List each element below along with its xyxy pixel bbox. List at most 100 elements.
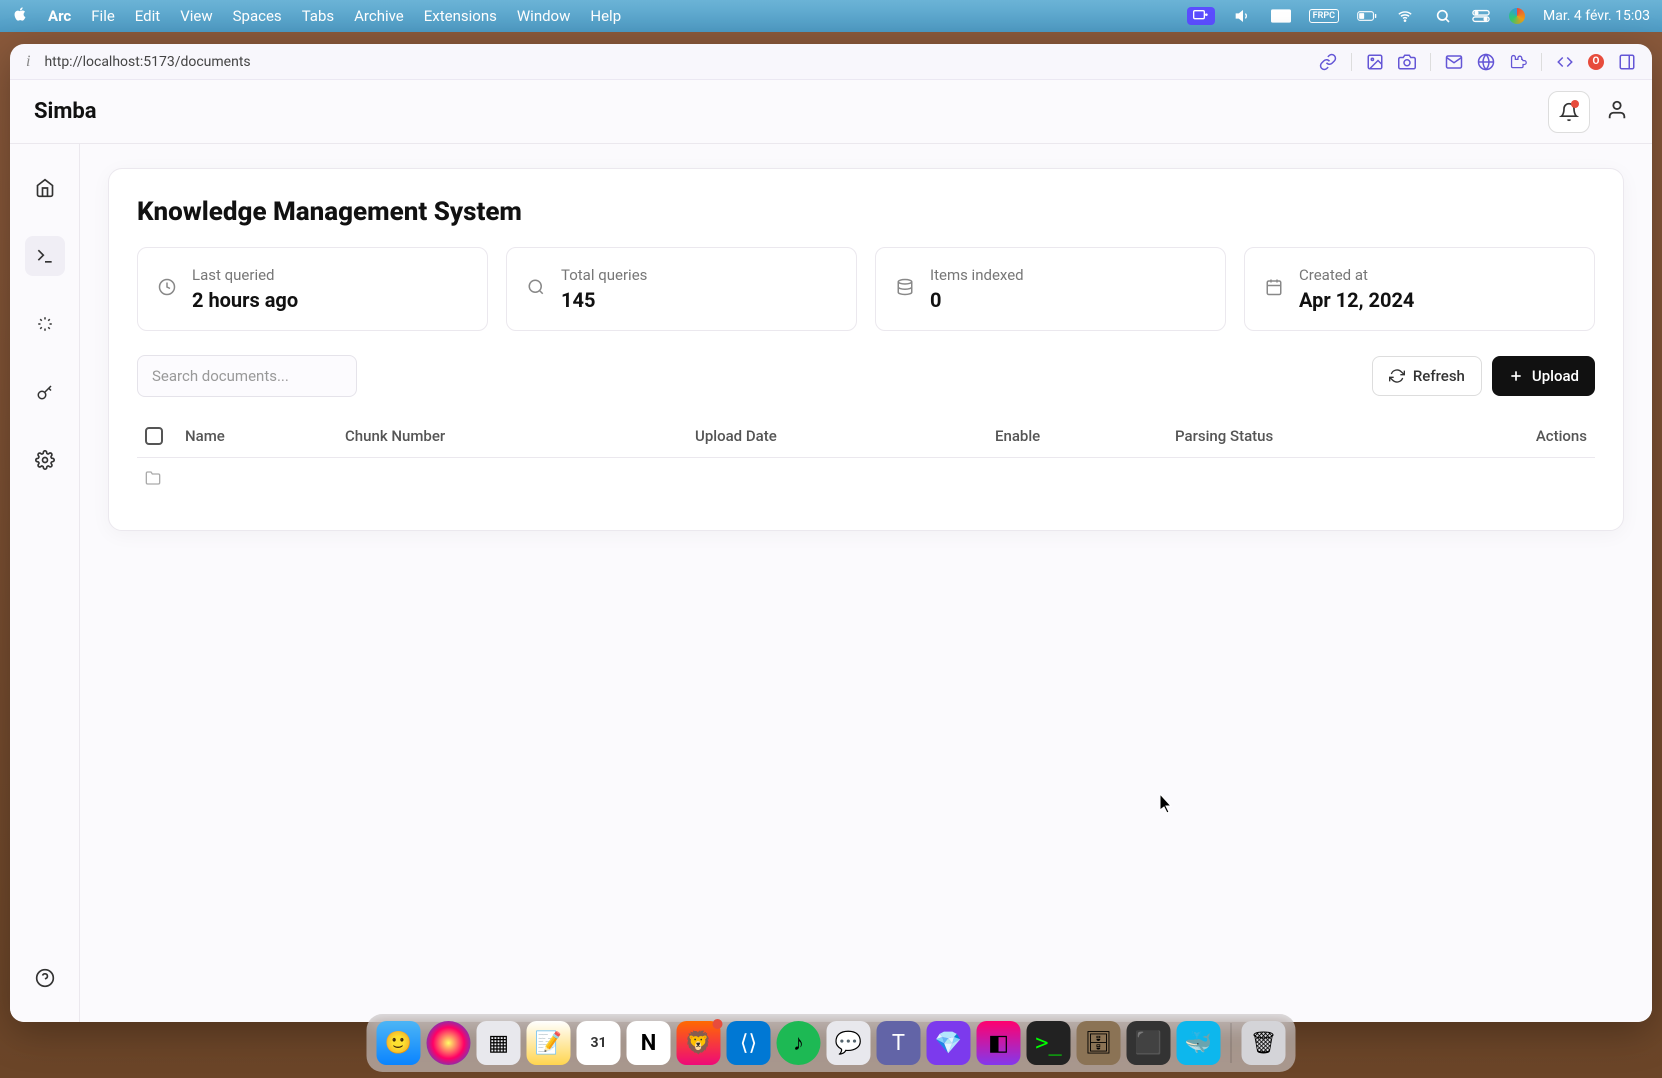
- spotlight-icon[interactable]: [1433, 7, 1453, 25]
- sidebar-item-home[interactable]: [25, 168, 65, 208]
- wifi-icon[interactable]: [1395, 7, 1415, 25]
- dock-teams[interactable]: 💬: [827, 1021, 871, 1065]
- dock-siri[interactable]: [427, 1021, 471, 1065]
- folder-open-icon: [145, 470, 161, 486]
- sidebar-item-key[interactable]: [25, 372, 65, 412]
- calendar-icon: [1265, 278, 1283, 300]
- menu-edit[interactable]: Edit: [135, 7, 160, 25]
- search-input[interactable]: [137, 355, 357, 397]
- dock-jetbrains[interactable]: ◧: [977, 1021, 1021, 1065]
- url-text[interactable]: http://localhost:5173/documents: [44, 54, 250, 70]
- dock-calendar[interactable]: 31: [577, 1021, 621, 1065]
- column-chunk: Chunk Number: [345, 427, 695, 445]
- table-header: Name Chunk Number Upload Date Enable Par…: [137, 415, 1595, 458]
- stat-label: Last queried: [192, 266, 298, 284]
- macos-dock: 🙂 ▦ 📝 31 N 🦁 ⟨⟩ ♪ 💬 T 💎 ◧ >_ 🗄 ⬛ 🐳 🗑: [367, 1014, 1296, 1072]
- page-title: Knowledge Management System: [137, 197, 1595, 227]
- ext-mail-icon[interactable]: [1445, 53, 1463, 71]
- ext-puzzle-icon[interactable]: [1509, 53, 1527, 71]
- empty-table-row: [137, 458, 1595, 502]
- dock-vscode[interactable]: ⟨⟩: [727, 1021, 771, 1065]
- menu-tabs[interactable]: Tabs: [302, 7, 334, 25]
- sidebar-item-help[interactable]: [25, 958, 65, 998]
- ext-opera-icon[interactable]: O: [1588, 54, 1604, 70]
- battery-icon[interactable]: [1357, 7, 1377, 25]
- stat-total-queries: Total queries 145: [506, 247, 857, 331]
- browser-window: i http://localhost:5173/documents O Simb…: [10, 44, 1652, 1022]
- column-date: Upload Date: [695, 427, 995, 445]
- search-icon: [527, 278, 545, 300]
- menu-window[interactable]: Window: [517, 7, 571, 25]
- site-info-icon[interactable]: i: [26, 53, 30, 71]
- menubar-datetime[interactable]: Mar. 4 févr. 15:03: [1543, 8, 1650, 24]
- dock-teams2[interactable]: T: [877, 1021, 921, 1065]
- column-parsing: Parsing Status: [1175, 427, 1507, 445]
- control-center-icon[interactable]: [1471, 7, 1491, 25]
- app-sidebar: [10, 144, 80, 1022]
- refresh-icon: [1389, 368, 1405, 384]
- main-card: Knowledge Management System Last queried…: [108, 168, 1624, 531]
- stat-label: Items indexed: [930, 266, 1024, 284]
- ext-camera-icon[interactable]: [1398, 53, 1416, 71]
- stat-label: Created at: [1299, 266, 1414, 284]
- dock-notes[interactable]: 📝: [527, 1021, 571, 1065]
- menu-file[interactable]: File: [91, 7, 115, 25]
- stat-value: 0: [930, 288, 1024, 312]
- fps-badge[interactable]: FRPC: [1309, 9, 1339, 23]
- dock-trash[interactable]: 🗑: [1242, 1021, 1286, 1065]
- screen-record-icon[interactable]: [1187, 7, 1215, 25]
- app-title: Simba: [34, 99, 97, 124]
- menu-spaces[interactable]: Spaces: [233, 7, 282, 25]
- menu-archive[interactable]: Archive: [354, 7, 404, 25]
- dock-terminal[interactable]: >_: [1027, 1021, 1071, 1065]
- column-enable: Enable: [995, 427, 1175, 445]
- status-circle-icon[interactable]: [1509, 8, 1525, 24]
- dock-docker[interactable]: 🐳: [1177, 1021, 1221, 1065]
- sidebar-item-terminal[interactable]: [25, 236, 65, 276]
- dock-dbeaver[interactable]: 🗄: [1077, 1021, 1121, 1065]
- stat-value: 2 hours ago: [192, 288, 298, 312]
- apple-menu-icon[interactable]: [12, 6, 28, 26]
- sidebar-item-settings[interactable]: [25, 440, 65, 480]
- upload-label: Upload: [1532, 367, 1579, 385]
- column-name: Name: [185, 427, 345, 445]
- dock-separator: [1231, 1023, 1232, 1063]
- dock-finder[interactable]: 🙂: [377, 1021, 421, 1065]
- menu-help[interactable]: Help: [590, 7, 621, 25]
- dock-spotify[interactable]: ♪: [777, 1021, 821, 1065]
- sidebar-toggle-icon[interactable]: [1618, 53, 1636, 71]
- link-icon[interactable]: [1319, 53, 1337, 71]
- stat-items-indexed: Items indexed 0: [875, 247, 1226, 331]
- main-panel: Knowledge Management System Last queried…: [80, 144, 1652, 1022]
- macos-menubar: Arc File Edit View Spaces Tabs Archive E…: [0, 0, 1662, 32]
- dock-obsidian[interactable]: 💎: [927, 1021, 971, 1065]
- keyboard-icon[interactable]: [1271, 7, 1291, 25]
- notifications-button[interactable]: [1548, 91, 1590, 133]
- menu-extensions[interactable]: Extensions: [424, 7, 497, 25]
- stat-last-queried: Last queried 2 hours ago: [137, 247, 488, 331]
- column-actions: Actions: [1507, 427, 1587, 445]
- table-toolbar: Refresh Upload: [137, 355, 1595, 397]
- upload-button[interactable]: Upload: [1492, 356, 1595, 396]
- select-all-checkbox[interactable]: [145, 427, 163, 445]
- dock-brave[interactable]: 🦁: [677, 1021, 721, 1065]
- volume-icon[interactable]: [1233, 7, 1253, 25]
- stat-value: 145: [561, 288, 647, 312]
- menu-view[interactable]: View: [180, 7, 212, 25]
- stat-value: Apr 12, 2024: [1299, 288, 1414, 312]
- dock-notion[interactable]: N: [627, 1021, 671, 1065]
- url-bar: i http://localhost:5173/documents O: [10, 44, 1652, 80]
- refresh-button[interactable]: Refresh: [1372, 356, 1482, 396]
- app-name-menu[interactable]: Arc: [48, 7, 71, 25]
- ext-arrows-icon[interactable]: [1556, 53, 1574, 71]
- database-icon: [896, 278, 914, 300]
- plus-icon: [1508, 368, 1524, 384]
- sidebar-item-sparkle[interactable]: [25, 304, 65, 344]
- user-profile-icon[interactable]: [1606, 99, 1628, 125]
- dock-launchpad[interactable]: ▦: [477, 1021, 521, 1065]
- dock-iterm[interactable]: ⬛: [1127, 1021, 1171, 1065]
- ext-globe-icon[interactable]: [1477, 53, 1495, 71]
- app-header: Simba: [10, 80, 1652, 144]
- ext-picture-icon[interactable]: [1366, 53, 1384, 71]
- stats-row: Last queried 2 hours ago Total queries 1…: [137, 247, 1595, 331]
